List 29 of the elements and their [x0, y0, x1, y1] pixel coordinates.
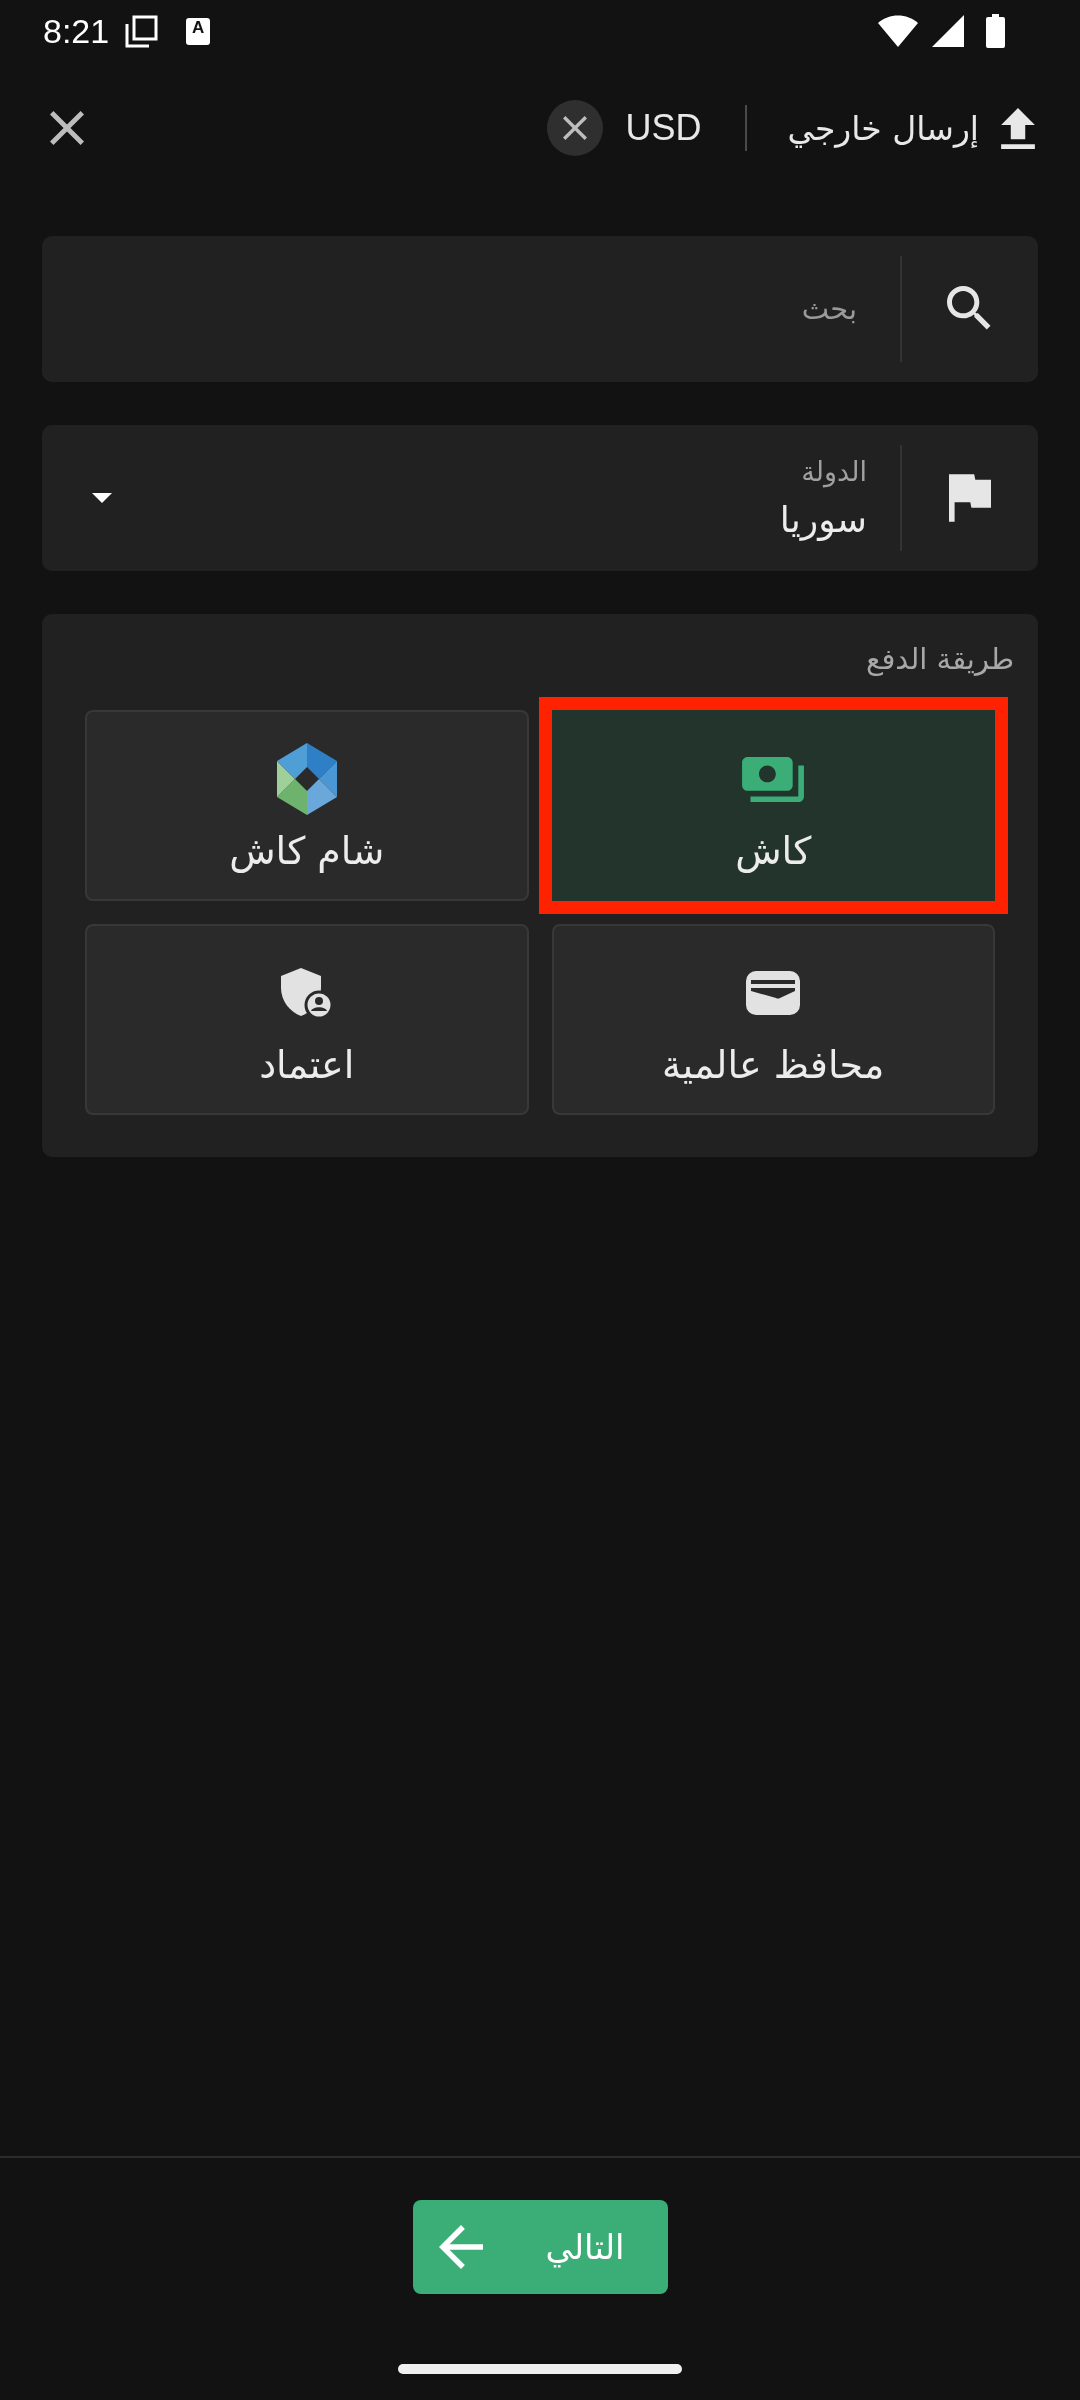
signal-icon: [932, 15, 964, 47]
search-button[interactable]: [902, 236, 1038, 382]
shield-user-icon: [280, 968, 333, 1018]
banknotes-icon: [742, 756, 805, 802]
wifi-icon: [878, 15, 918, 47]
payment-option-tile[interactable]: شام كاش: [85, 710, 529, 901]
close-icon[interactable]: [50, 111, 84, 145]
country-label: الدولة: [801, 456, 867, 487]
flag-icon: [949, 474, 991, 522]
payment-option-tile[interactable]: محافظ عالمية: [551, 924, 995, 1115]
country-value: سوريا: [779, 499, 867, 540]
upload-icon: [1001, 107, 1035, 149]
notification-badge: A: [186, 17, 211, 45]
wallet-icon: [746, 971, 801, 1015]
stacked-squares-icon: [125, 14, 159, 48]
screen-title: إرسال خارجي: [787, 108, 979, 148]
section-title: طريقة الدفع: [866, 642, 1014, 676]
dropdown-caret-icon: [92, 493, 112, 503]
hexagon-logo-icon: [274, 743, 339, 815]
status-time: 8:21: [43, 11, 110, 51]
payment-option-tile[interactable]: كاش: [538, 697, 1008, 914]
battery-icon: [986, 14, 1005, 48]
search-icon: [947, 286, 993, 332]
currency-code: USD: [625, 107, 702, 149]
close-icon: [563, 116, 588, 140]
arrow-left-icon: [439, 2225, 484, 2269]
search-field[interactable]: بحث: [42, 236, 900, 382]
payment-option-tile[interactable]: اعتماد: [85, 924, 529, 1115]
country-select[interactable]: الدولة سوريا: [42, 425, 1038, 571]
